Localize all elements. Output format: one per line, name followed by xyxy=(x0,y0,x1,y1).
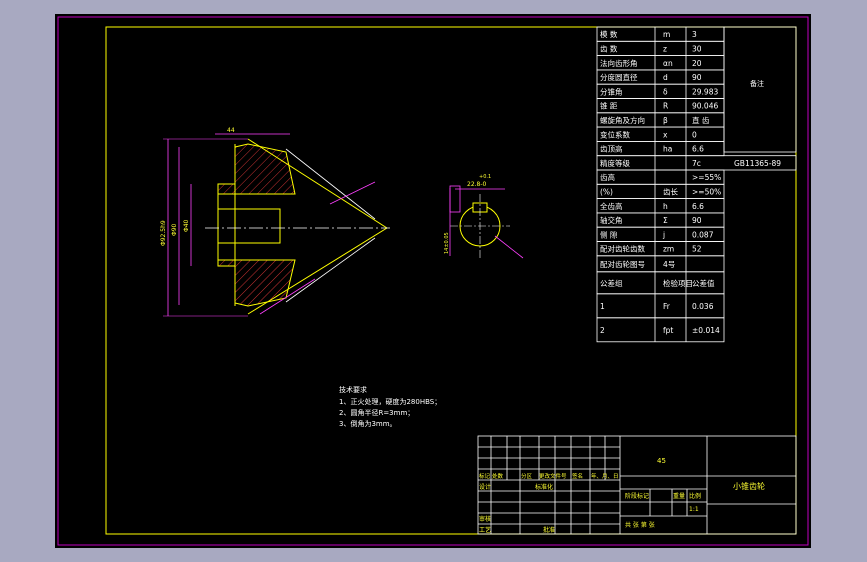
param-name: 齿高 xyxy=(600,172,615,182)
param-value: 0.036 xyxy=(692,302,714,311)
param-name: 变位系数 xyxy=(600,129,630,139)
param-value: 公差值 xyxy=(692,278,715,288)
gear-upper-body xyxy=(217,143,296,195)
param-symbol: h xyxy=(663,202,668,211)
param-symbol: 4号 xyxy=(663,260,675,269)
param-value: 6.6 xyxy=(692,202,704,211)
param-name: 1 xyxy=(600,302,605,311)
param-name: 齿 数 xyxy=(600,43,618,53)
param-symbol: j xyxy=(662,230,665,239)
param-value: 直 齿 xyxy=(692,115,710,125)
material: 45 xyxy=(657,457,666,465)
dim-length: 44 xyxy=(227,127,235,134)
param-symbol: m xyxy=(663,30,670,39)
design-label: 设计 xyxy=(479,483,491,491)
row-label-count: 处数 xyxy=(492,472,504,480)
param-name: 轴交角 xyxy=(600,215,623,225)
param-value: 20 xyxy=(692,59,702,68)
gear-section: Φ92.5h9 Φ90 Φ40 44 xyxy=(160,127,390,317)
standard-label: 标准化 xyxy=(535,483,553,491)
param-symbol: z xyxy=(663,44,667,53)
hub-end-view: 22.8-0 +0.1 14±0.05 xyxy=(444,174,524,259)
param-symbol: zm xyxy=(663,245,674,254)
param-name: 锥 距 xyxy=(600,101,618,111)
note-1: 1、正火处理，硬度为280HBS； xyxy=(339,397,441,406)
param-value: 0.087 xyxy=(692,230,714,239)
technical-notes: 技术要求 1、正火处理，硬度为280HBS； 2、圆角半径R=3mm； 3、倒角… xyxy=(339,385,441,428)
dim-keyway-tol: +0.1 xyxy=(479,174,491,180)
param-name: 螺旋角及方向 xyxy=(600,115,645,125)
param-name: 模 数 xyxy=(600,29,618,39)
param-value: ±0.014 xyxy=(692,326,720,335)
param-name: 分锥角 xyxy=(600,86,623,96)
param-value: 90.046 xyxy=(692,102,718,111)
row-label-date: 年、月、日 xyxy=(591,472,619,480)
param-value: 90 xyxy=(692,216,702,225)
cad-drawing: Φ92.5h9 Φ90 Φ40 44 22.8-0 +0.1 14±0.05 模… xyxy=(57,16,809,546)
param-symbol: 检验项目 xyxy=(663,278,693,288)
dim-pitch-diameter: Φ90 xyxy=(171,223,178,236)
part-name: 小锥齿轮 xyxy=(733,481,765,491)
param-symbol: αn xyxy=(663,59,673,68)
param-symbol: Σ xyxy=(663,216,668,225)
param-symbol: 齿长 xyxy=(663,186,678,196)
param-symbol: x xyxy=(663,130,668,139)
row-label-zone: 分区 xyxy=(521,472,533,480)
row-label-file: 更改文件号 xyxy=(539,472,567,480)
param-name: 全齿高 xyxy=(600,201,623,211)
param-symbol: d xyxy=(663,73,668,82)
param-name: 配对齿轮图号 xyxy=(600,259,645,269)
param-name: (%) xyxy=(600,187,613,196)
param-value: 6.6 xyxy=(692,145,704,154)
param-symbol: ha xyxy=(663,145,672,154)
param-name: 法向齿形角 xyxy=(600,58,638,68)
param-value: 30 xyxy=(692,44,702,53)
param-name: 侧 隙 xyxy=(600,229,618,239)
scale-label: 比例 xyxy=(689,492,701,500)
weight-label: 重量 xyxy=(673,492,685,500)
param-name: 齿顶高 xyxy=(600,144,623,154)
param-name: 配对齿轮齿数 xyxy=(600,244,645,254)
review-label: 审核 xyxy=(479,515,491,523)
drawing-sheet: Φ92.5h9 Φ90 Φ40 44 22.8-0 +0.1 14±0.05 模… xyxy=(55,14,811,548)
param-symbol: Fr xyxy=(663,302,671,311)
dim-tip-diameter: Φ92.5h9 xyxy=(160,220,167,246)
side-note: 备注 xyxy=(750,79,764,88)
note-2: 2、圆角半径R=3mm； xyxy=(339,408,414,417)
row-label-mark: 标记 xyxy=(479,472,491,480)
param-name: 2 xyxy=(600,326,605,335)
param-value: 3 xyxy=(692,30,697,39)
param-name: 分度圆直径 xyxy=(600,72,638,82)
dim-keyway: 22.8-0 xyxy=(467,181,487,188)
sheet-label: 共 张 第 张 xyxy=(625,521,655,529)
param-value: 90 xyxy=(692,73,702,82)
param-symbol: R xyxy=(663,102,668,111)
param-name: 公差组 xyxy=(600,278,623,288)
param-value: 7c xyxy=(692,159,701,168)
side-note-box xyxy=(723,26,797,153)
row-label-sign: 签名 xyxy=(572,472,583,480)
dim-bore-diameter: Φ40 xyxy=(183,219,190,232)
param-value: >=55% xyxy=(692,173,721,182)
param-value: 52 xyxy=(692,245,702,254)
param-symbol: δ xyxy=(663,87,668,96)
note-3: 3、倒角为3mm。 xyxy=(339,419,397,428)
param-value: 0 xyxy=(692,130,697,139)
mark-label: 阶段标记 xyxy=(625,492,649,500)
parameter-table: 模 数 m 3齿 数 z 30法向齿形角 αn 20分度圆直径 d 90分锥角 δ 29.983锥 … xyxy=(596,26,797,343)
param-symbol: fpt xyxy=(663,326,673,335)
param-name: 精度等级 xyxy=(600,158,630,168)
scale-value: 1:1 xyxy=(689,506,699,513)
process-label: 工艺 xyxy=(479,526,491,534)
approve-label: 批准 xyxy=(543,526,555,534)
hub-bore xyxy=(217,208,281,244)
param-extra: GB11365-89 xyxy=(734,159,781,168)
param-value: 29.983 xyxy=(692,87,718,96)
param-symbol: β xyxy=(663,116,668,125)
dim-key-width: 14±0.05 xyxy=(444,232,450,254)
notes-title: 技术要求 xyxy=(339,385,367,394)
param-value: >=50% xyxy=(692,187,721,196)
